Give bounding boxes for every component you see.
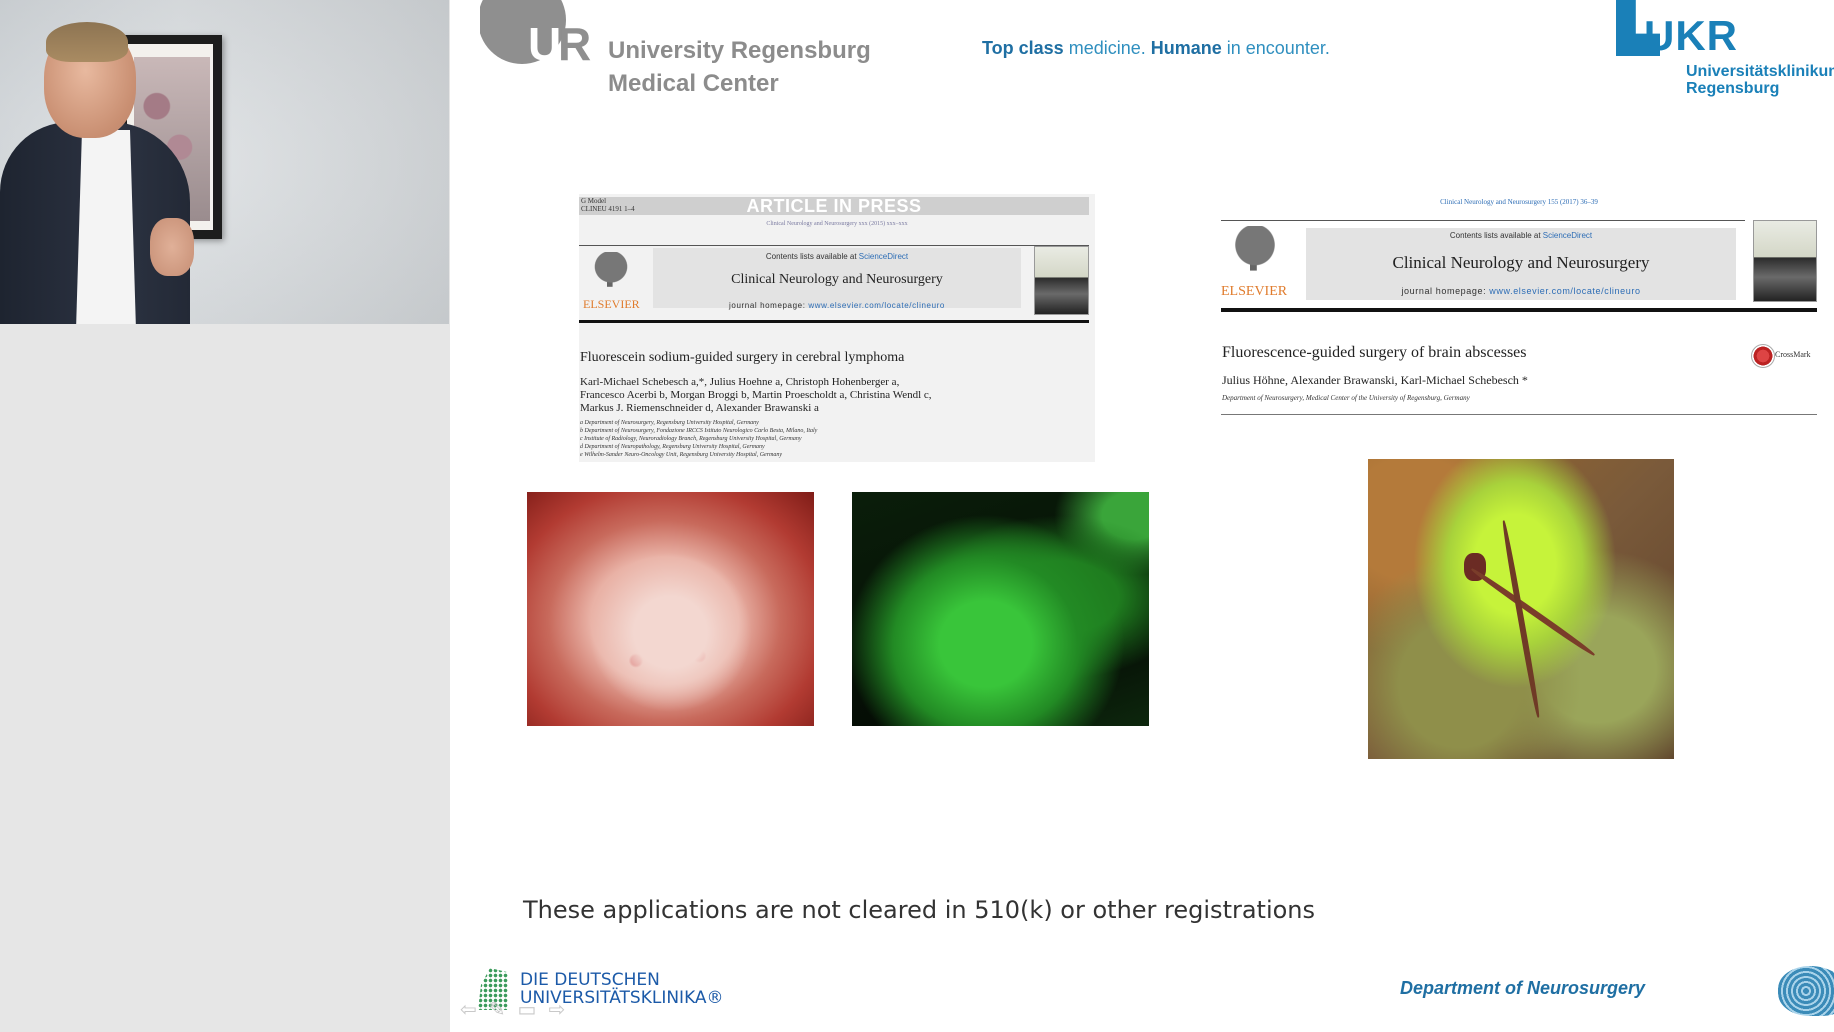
article2-citation: Clinical Neurology and Neurosurgery 155 …	[1440, 198, 1598, 206]
article2-top-rule	[1221, 220, 1745, 221]
article1-homepage-line: journal homepage: www.elsevier.com/locat…	[653, 301, 1021, 310]
article1-authors-line2: Francesco Acerbi b, Morgan Broggi b, Mar…	[580, 389, 932, 401]
article1-authors-line3: Markus J. Riemenschneider d, Alexander B…	[580, 402, 819, 414]
article1-journal-header: Contents lists available at ScienceDirec…	[653, 248, 1021, 310]
footer-logo-line1: DIE DEUTSCHEN	[520, 970, 660, 990]
gmodel-line2: CLINEU 4191 1–4	[581, 205, 635, 213]
elsevier-tree-icon	[583, 252, 639, 294]
article1-homepage-prefix: journal homepage:	[729, 301, 809, 310]
elsevier-tree-icon	[1221, 226, 1289, 280]
article2-homepage-prefix: journal homepage:	[1401, 286, 1490, 296]
surgical-photo-abscess-fluorescence	[1368, 459, 1674, 759]
brain-icon	[1778, 966, 1834, 1016]
article2-sciencedirect-link: ScienceDirect	[1542, 231, 1593, 240]
elsevier-logo-text: ELSEVIER	[1221, 284, 1288, 299]
article2-title: Fluorescence-guided surgery of brain abs…	[1222, 344, 1527, 361]
article-abscesses-card: Clinical Neurology and Neurosurgery 155 …	[1221, 194, 1821, 418]
disclaimer-text: These applications are not cleared in 51…	[523, 896, 1316, 924]
slide-nav-controls: ⇦ ✎ ▭ ⇨	[460, 1000, 565, 1020]
article2-authors: Julius Höhne, Alexander Brawanski, Karl-…	[1222, 373, 1528, 387]
photo-vessel	[1469, 566, 1597, 658]
ukr-subtitle: Universitätsklinikum Regensburg	[1686, 63, 1834, 97]
photo-vessel	[1500, 519, 1542, 719]
article1-contents-line: Contents lists available at ScienceDirec…	[653, 248, 1021, 261]
slogan-medicine: medicine.	[1063, 38, 1151, 58]
prev-slide-icon[interactable]: ⇦	[460, 1000, 477, 1020]
ur-letter-r: R	[558, 18, 591, 70]
article1-authors: Karl-Michael Schebesch a,*, Julius Hoehn…	[580, 376, 932, 415]
article1-title: Fluorescein sodium-guided surgery in cer…	[580, 350, 905, 365]
pen-tool-icon[interactable]: ✎	[489, 1000, 506, 1020]
gmodel-line1: G Model	[581, 197, 607, 205]
surgical-photo-white-light	[527, 492, 814, 726]
crossmark-icon	[1751, 344, 1775, 368]
article1-authors-line1: Karl-Michael Schebesch a,*, Julius Hoehn…	[580, 376, 900, 388]
article2-affil-rule	[1221, 414, 1817, 415]
article2-affiliation: Department of Neurosurgery, Medical Cent…	[1222, 394, 1470, 402]
article1-bottom-rule	[579, 320, 1089, 323]
article1-affil4: d Department of Neuropathology, Regensbu…	[580, 444, 765, 450]
speaker-shirt	[76, 130, 136, 324]
slogan: Top class medicine. Humane in encounter.	[982, 38, 1330, 59]
university-name: University Regensburg Medical Center	[608, 34, 871, 100]
article1-homepage-link: www.elsevier.com/locate/clineuro	[808, 301, 945, 310]
university-name-line2: Medical Center	[608, 70, 779, 97]
speaker-hair	[46, 22, 128, 62]
ukr-subtitle-line2: Regensburg	[1686, 80, 1780, 97]
slide-menu-icon[interactable]: ▭	[518, 1000, 537, 1020]
speaker-hand	[150, 218, 194, 276]
article1-affil2: b Department of Neurosurgery, Fondazione…	[580, 428, 818, 434]
university-name-line1: University Regensburg	[608, 37, 871, 64]
article1-top-rule	[579, 245, 1089, 246]
department-label: Department of Neurosurgery	[1400, 978, 1646, 998]
slogan-encounter: in encounter.	[1221, 38, 1330, 58]
ur-letter-u: U	[528, 18, 561, 70]
article2-bottom-rule	[1221, 308, 1817, 312]
article2-journal-cover-thumbnail	[1753, 220, 1817, 302]
article1-affil3: c Institute of Radiology, Neuroradiology…	[580, 436, 802, 442]
ukr-letters: UKR	[1644, 12, 1738, 59]
article1-affiliations: a Department of Neurosurgery, Regensburg…	[580, 419, 817, 459]
presentation-slide: U R University Regensburg Medical Center…	[450, 0, 1834, 1032]
speaker-video	[0, 0, 449, 324]
article2-homepage-link: www.elsevier.com/locate/clineuro	[1489, 286, 1641, 296]
surgical-photo-fluorescence	[852, 492, 1149, 726]
ukr-subtitle-line1: Universitätsklinikum	[1686, 63, 1834, 80]
article2-contents-prefix: Contents lists available at	[1449, 231, 1543, 240]
slogan-humane: Humane	[1150, 38, 1222, 58]
article-lymphoma-card: ARTICLE IN PRESS G Model CLINEU 4191 1–4…	[579, 194, 1095, 462]
article2-homepage-line: journal homepage: www.elsevier.com/locat…	[1306, 286, 1736, 296]
crossmark-label: CrossMark	[1775, 350, 1811, 359]
ur-logo-icon: U R	[480, 0, 591, 70]
next-slide-icon[interactable]: ⇨	[548, 1000, 565, 1020]
article1-affil5: e Wilhelm-Sander Neuro-Oncology Unit, Re…	[580, 452, 783, 458]
slogan-top-class: Top class	[982, 38, 1064, 58]
article1-journal-cover-thumbnail	[1034, 246, 1089, 315]
article2-journal-title: Clinical Neurology and Neurosurgery	[1392, 253, 1650, 272]
article-in-press-banner: ARTICLE IN PRESS	[579, 197, 1089, 215]
article2-journal-header: Contents lists available at ScienceDirec…	[1306, 228, 1736, 300]
article1-contents-prefix: Contents lists available at	[765, 252, 859, 261]
elsevier-logo-text: ELSEVIER	[583, 297, 640, 311]
article1-journal-title: Clinical Neurology and Neurosurgery	[731, 272, 943, 287]
article1-sciencedirect-link: ScienceDirect	[858, 252, 909, 261]
article1-citation: Clinical Neurology and Neurosurgery xxx …	[766, 221, 908, 227]
gmodel-label: G Model CLINEU 4191 1–4	[581, 197, 635, 213]
article1-affil1: a Department of Neurosurgery, Regensburg…	[580, 420, 759, 426]
article2-contents-line: Contents lists available at ScienceDirec…	[1306, 228, 1736, 240]
